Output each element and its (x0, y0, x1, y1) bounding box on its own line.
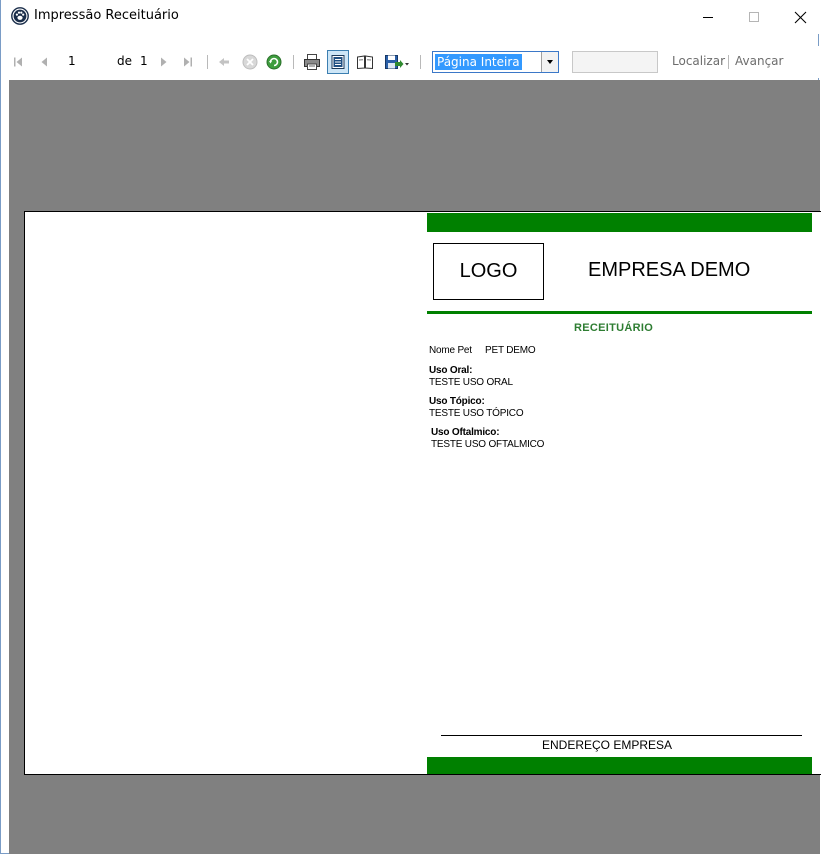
header-green-bar (427, 213, 812, 232)
oral-use-label: Uso Oral: (429, 365, 473, 376)
print-button[interactable] (302, 53, 322, 71)
stop-icon (242, 54, 258, 70)
zoom-dropdown-button[interactable] (541, 52, 558, 72)
current-page-input[interactable]: 1 (68, 54, 76, 68)
refresh-icon (266, 54, 282, 70)
window-title: Impressão Receituário (34, 8, 179, 23)
company-address: ENDEREÇO EMPRESA (542, 738, 673, 752)
print-icon (304, 54, 320, 70)
footer-divider (441, 735, 802, 736)
pet-name-value: PET DEMO (485, 345, 536, 356)
page-setup-button[interactable] (355, 53, 375, 71)
minimize-icon (703, 17, 713, 18)
total-pages: 1 (140, 54, 148, 68)
last-page-icon (184, 57, 192, 67)
page-setup-icon (357, 55, 373, 70)
print-layout-button[interactable] (327, 50, 349, 74)
topical-use-label: Uso Tópico: (429, 396, 485, 407)
find-link[interactable]: Localizar (672, 54, 725, 68)
toolbar-separator (207, 55, 208, 69)
last-page-button[interactable] (181, 53, 195, 71)
prescription-title: RECEITUÁRIO (574, 322, 654, 334)
back-icon (219, 58, 229, 66)
previous-page-button[interactable] (37, 53, 51, 71)
ophthalmic-use-label: Uso Oftalmico: (431, 427, 500, 438)
toolbar-separator (420, 55, 421, 69)
report-page (24, 211, 821, 775)
find-next-link[interactable]: Avançar (735, 54, 783, 68)
header-divider (427, 311, 812, 314)
refresh-button[interactable] (265, 53, 283, 71)
report-toolbar: 1 de 1 Localizar Avançar (1, 46, 820, 78)
paw-app-icon (11, 7, 29, 25)
pet-name-label: Nome Pet (429, 345, 472, 356)
title-bar: Impressão Receituário (1, 0, 821, 34)
close-icon (794, 11, 806, 23)
back-button[interactable] (216, 53, 232, 71)
topical-use-text: TESTE USO TÓPICO (429, 408, 524, 419)
zoom-selected-value: Página Inteira (435, 54, 522, 70)
logo-placeholder: LOGO (433, 243, 544, 300)
toolbar-separator (293, 55, 294, 69)
next-page-icon (161, 57, 167, 67)
stop-button[interactable] (241, 53, 259, 71)
first-page-button[interactable] (11, 53, 25, 71)
close-button[interactable] (777, 0, 821, 34)
footer-green-bar (427, 757, 812, 774)
next-page-button[interactable] (157, 53, 171, 71)
toolbar-separator (728, 55, 729, 69)
export-icon (385, 55, 409, 69)
maximize-icon (749, 12, 759, 22)
minimize-button[interactable] (685, 0, 731, 34)
maximize-button[interactable] (731, 0, 777, 34)
company-name: EMPRESA DEMO (588, 259, 751, 281)
report-viewer-window: Impressão Receituário 1 de 1 Localizar A… (0, 0, 821, 854)
zoom-select[interactable]: Página Inteira (432, 51, 559, 73)
chevron-down-icon (547, 60, 553, 64)
find-text-input[interactable] (572, 51, 658, 73)
oral-use-text: TESTE USO ORAL (429, 377, 513, 388)
page-of-label: de (117, 54, 132, 68)
export-button[interactable] (383, 53, 411, 71)
first-page-icon (14, 57, 22, 67)
ophthalmic-use-text: TESTE USO OFTALMICO (431, 439, 545, 450)
previous-page-icon (41, 57, 47, 67)
print-layout-icon (331, 55, 345, 69)
